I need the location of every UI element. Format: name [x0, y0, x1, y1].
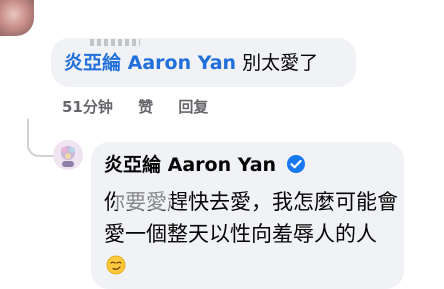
comment-actions-bar: 51分钟 赞 回复: [62, 97, 228, 117]
commenter-avatar[interactable]: [0, 0, 34, 36]
main-comment-bubble: 炎亞綸 Aaron Yan 你要愛趕快去愛，我怎麼可能會愛一個整天以性向羞辱人的…: [91, 142, 404, 289]
obscured-text-overlay: [115, 186, 171, 210]
author-avatar[interactable]: [53, 140, 83, 170]
reply-comment-text: 別太愛了: [242, 52, 319, 74]
comment-author-name[interactable]: 炎亞綸 Aaron Yan: [104, 153, 276, 177]
obscured-commenter-name: [90, 39, 140, 46]
thread-connector-line: [27, 119, 55, 157]
reply-comment-line: 炎亞綸 Aaron Yan 別太愛了: [64, 51, 318, 75]
like-button[interactable]: 赞: [138, 98, 153, 116]
author-avatar-image: [53, 140, 83, 170]
smirking-face-emoji-icon: [106, 255, 126, 275]
verified-badge-icon: [287, 155, 305, 173]
comment-timestamp: 51分钟: [62, 98, 113, 116]
reply-button[interactable]: 回复: [178, 98, 208, 116]
author-mention-link[interactable]: 炎亞綸 Aaron Yan: [64, 52, 236, 74]
